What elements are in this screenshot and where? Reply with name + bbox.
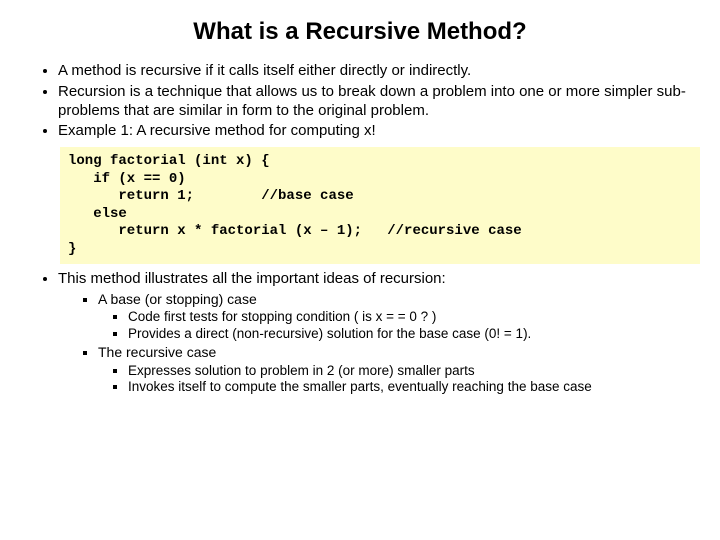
sub-text: A base (or stopping) case	[98, 291, 257, 307]
slide: What is a Recursive Method? A method is …	[0, 0, 720, 396]
sub-item: Code first tests for stopping condition …	[128, 309, 690, 326]
bullet-item: Example 1: A recursive method for comput…	[58, 122, 690, 141]
bullet-item: This method illustrates all the importan…	[58, 270, 690, 396]
sub-item: Provides a direct (non-recursive) soluti…	[128, 326, 690, 343]
bullet-list: This method illustrates all the importan…	[30, 270, 690, 396]
sub-item: A base (or stopping) case Code first tes…	[98, 291, 690, 343]
code-block: long factorial (int x) { if (x == 0) ret…	[60, 147, 700, 264]
bullet-item: A method is recursive if it calls itself…	[58, 62, 690, 81]
sub-item: Invokes itself to compute the smaller pa…	[128, 379, 690, 396]
sub-item: Expresses solution to problem in 2 (or m…	[128, 363, 690, 380]
bullet-list: A method is recursive if it calls itself…	[30, 62, 690, 141]
bullet-text: This method illustrates all the importan…	[58, 270, 446, 287]
bullet-item: Recursion is a technique that allows us …	[58, 83, 690, 121]
sublist: A base (or stopping) case Code first tes…	[58, 291, 690, 397]
slide-title: What is a Recursive Method?	[30, 18, 690, 46]
sub-text: The recursive case	[98, 344, 216, 360]
sublist: Expresses solution to problem in 2 (or m…	[98, 363, 690, 397]
sub-item: The recursive case Expresses solution to…	[98, 344, 690, 396]
sublist: Code first tests for stopping condition …	[98, 309, 690, 343]
